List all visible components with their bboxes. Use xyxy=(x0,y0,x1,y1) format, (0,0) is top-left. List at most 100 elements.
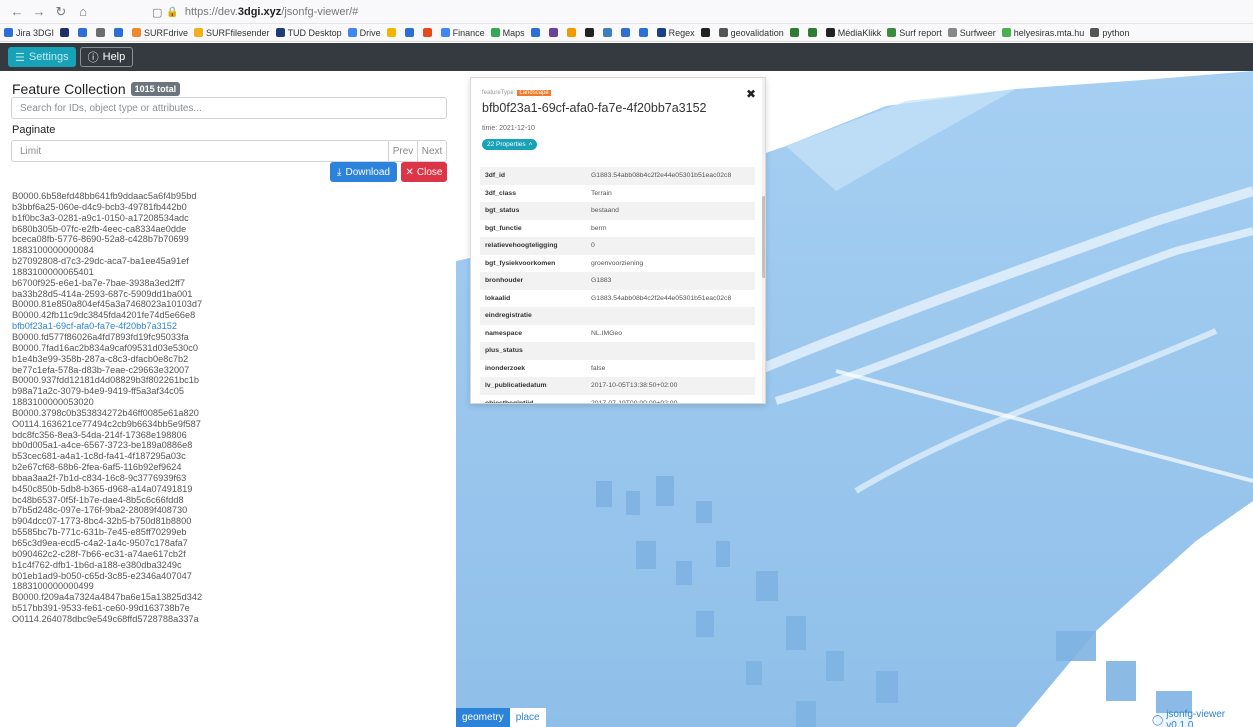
bookmark-item[interactable] xyxy=(620,28,633,37)
feature-id-item[interactable]: B0000.81e850a804ef45a3a7468023a10103d7 xyxy=(12,299,442,310)
property-key: relatievehoogteligging xyxy=(485,242,558,250)
feature-id-item[interactable]: b01eb1ad9-b050-c65d-3c85-e2346a407047 xyxy=(12,571,442,582)
property-value: 0 xyxy=(591,242,595,250)
tab-geometry[interactable]: geometry xyxy=(456,708,510,727)
feature-id-item[interactable]: B0000.7fad16ac2b834a9caf09531d03e530c0 xyxy=(12,343,442,354)
bookmark-icon xyxy=(620,28,630,37)
property-key: lv_publicatiedatum xyxy=(485,382,547,390)
feature-id-item[interactable]: 1883100000053020 xyxy=(12,397,442,408)
bookmark-item[interactable]: Maps xyxy=(490,28,525,38)
bookmark-item[interactable]: SURFdrive xyxy=(132,28,188,38)
feature-id-item[interactable]: ba33b28d5-414a-2593-687c-5909dd1ba001 xyxy=(12,289,442,300)
feature-id-item[interactable]: be77c1efa-578a-d83b-7eae-c29663e32007 xyxy=(12,365,442,376)
feature-id-item[interactable]: b517bb391-9533-fe61-ce60-99d163738b7e xyxy=(12,603,442,614)
bookmark-item[interactable] xyxy=(700,28,713,37)
scrollbar-thumb[interactable] xyxy=(762,196,765,278)
feature-id-item[interactable]: B0000.3798c0b353834272b46ff0085e61a820 xyxy=(12,408,442,419)
paginate-label: Paginate xyxy=(12,124,56,136)
tab-place[interactable]: place xyxy=(509,708,546,727)
feature-id-item[interactable]: bfb0f23a1-69cf-afa0-fa7e-4f20bb7a3152 xyxy=(12,321,442,332)
property-row: bronhouder G1883 xyxy=(480,272,755,290)
feature-id-item[interactable]: 1883100000000499 xyxy=(12,581,442,592)
forward-icon[interactable]: → xyxy=(30,4,48,19)
feature-id-item[interactable]: b1c4f762-dfb1-1b6d-a188-e380dba3249c xyxy=(12,560,442,571)
download-label: Download xyxy=(345,166,390,178)
bookmark-item[interactable]: Regex xyxy=(656,28,695,38)
viewer-credit[interactable]: ◯ jsonfg-viewer v0.1.0 xyxy=(1148,709,1253,727)
bookmark-item[interactable]: python xyxy=(1090,28,1129,38)
feature-id-item[interactable]: B0000.937fdd12181d4d08829b3f802261bc1b xyxy=(12,375,442,386)
properties-toggle[interactable]: 22 Properties ˄ xyxy=(482,139,538,150)
feature-id-item[interactable]: b090462c2-c28f-7b66-ec31-a74ae617cb2f xyxy=(12,549,442,560)
bookmark-item[interactable]: Surf report xyxy=(887,28,942,38)
menu-icon: ☰ xyxy=(15,51,25,64)
feature-id-item[interactable]: b98a71a2c-3079-b4e9-9419-ff5a3af34c05 xyxy=(12,386,442,397)
property-row: inonderzoek false xyxy=(480,360,755,378)
bookmark-item[interactable] xyxy=(530,28,543,37)
close-button[interactable]: ✕ Close xyxy=(401,162,447,182)
limit-input[interactable]: Limit xyxy=(12,141,388,161)
bookmark-item[interactable]: Drive xyxy=(347,28,381,38)
feature-id-item[interactable]: B0000.42fb11c9dc3845fda4201fe74d5e66e8 xyxy=(12,310,442,321)
next-button[interactable]: Next xyxy=(417,141,446,161)
feature-id-item[interactable]: bc48b6537-0f5f-1b7e-dae4-8b5c6c66fdd8 xyxy=(12,495,442,506)
feature-id-item[interactable]: B0000.fd577f86026a4fd7893fd19fc95033fa xyxy=(12,332,442,343)
feature-id-item[interactable]: b680b305b-07fc-e2fb-4eec-ca8334ae0dde xyxy=(12,224,442,235)
bookmark-item[interactable]: Finance xyxy=(440,28,485,38)
back-icon[interactable]: ← xyxy=(8,4,26,19)
feature-id-item[interactable]: b5585bc7b-771c-631b-7e45-e85ff70299eb xyxy=(12,527,442,538)
feature-id-item[interactable]: b2e67cf68-68b6-2fea-6af5-116b92ef9624 xyxy=(12,462,442,473)
bookmark-item[interactable]: Surfweer xyxy=(947,28,996,38)
feature-id-item[interactable]: b27092808-d7c3-29dc-aca7-ba1ee45a91ef xyxy=(12,256,442,267)
download-button[interactable]: ⤓ Download xyxy=(330,162,397,182)
bookmark-item[interactable]: MédiaKlikk xyxy=(825,28,881,38)
feature-id-item[interactable]: bceca08fb-5776-8690-52a8-c428b7b70699 xyxy=(12,234,442,245)
feature-id-item[interactable]: b65c3d9ea-ecd5-c4a2-1a4c-9507c178afa7 xyxy=(12,538,442,549)
bookmark-item[interactable] xyxy=(114,28,126,37)
feature-id-item[interactable]: O0114.264078dbc9e549c68ffd5728788a337a xyxy=(12,614,442,625)
feature-id-item[interactable]: bbaa3aa2f-7b1d-c834-16c8-9c3776939f63 xyxy=(12,473,442,484)
bookmark-item[interactable] xyxy=(96,28,108,37)
feature-id-item[interactable]: b7b5d248c-097e-176f-9ba2-28089f408730 xyxy=(12,505,442,516)
bookmark-item[interactable] xyxy=(638,28,651,37)
settings-button[interactable]: ☰ Settings xyxy=(8,47,76,67)
bookmark-item[interactable] xyxy=(584,28,597,37)
feature-id-item[interactable]: b904dcc07-1773-8bc4-32b5-b750d81b8800 xyxy=(12,516,442,527)
bookmark-item[interactable] xyxy=(404,28,417,37)
bookmark-item[interactable]: TUD Desktop xyxy=(275,28,342,38)
feature-id-item[interactable]: O0114.163621ce77494c2cb9b6634bb5e9f587 xyxy=(12,419,442,430)
feature-id-item[interactable]: b450c850b-5db8-b365-d968-a14a07491819 xyxy=(12,484,442,495)
popup-scrollbar[interactable] xyxy=(762,78,765,403)
bookmark-item[interactable] xyxy=(807,28,820,37)
feature-id-item[interactable]: B0000.f209a4a7324a4847ba6e15a13825d342 xyxy=(12,592,442,603)
feature-id-item[interactable]: bb0d005a1-a4ce-6567-3723-be189a0886e8 xyxy=(12,440,442,451)
home-icon[interactable]: ⌂ xyxy=(74,4,92,19)
feature-id-item[interactable]: bdc8fc356-8ea3-54da-214f-17368e198806 xyxy=(12,430,442,441)
prev-button[interactable]: Prev xyxy=(388,141,417,161)
bookmark-item[interactable] xyxy=(566,28,579,37)
popup-close-icon[interactable]: ✖ xyxy=(746,87,756,101)
feature-id-item[interactable]: B0000.6b58efd48bb641fb9ddaac5a6f4b95bd xyxy=(12,191,442,202)
bookmark-item[interactable] xyxy=(422,28,435,37)
bookmark-item[interactable] xyxy=(548,28,561,37)
bookmark-item[interactable]: geovalidation xyxy=(718,28,784,38)
feature-id-item[interactable]: b6700f925-e6e1-ba7e-7bae-3938a3ed2ff7 xyxy=(12,278,442,289)
bookmark-item[interactable]: helyesiras.mta.hu xyxy=(1001,28,1084,38)
bookmark-item[interactable] xyxy=(78,28,90,37)
address-field[interactable]: ▢ 🔒 https://dev. 3dgi.xyz/jsonfg-viewer/# xyxy=(152,4,358,20)
help-button[interactable]: ⓘ Help xyxy=(79,47,134,67)
search-input[interactable]: Search for IDs, object type or attribute… xyxy=(11,97,447,119)
bookmark-item[interactable] xyxy=(386,28,399,37)
bookmark-item[interactable]: Jira 3DGI xyxy=(4,28,54,38)
bookmark-item[interactable] xyxy=(789,28,802,37)
feature-id-item[interactable]: 1883100000000084 xyxy=(12,245,442,256)
feature-id-item[interactable]: 1883100000065401 xyxy=(12,267,442,278)
reload-icon[interactable]: ↻ xyxy=(52,4,70,20)
feature-id-item[interactable]: b3bbf6a25-060e-d4c9-bcb3-49781fb442b0 xyxy=(12,202,442,213)
bookmark-item[interactable]: SURFfilesender xyxy=(194,28,270,38)
bookmark-item[interactable] xyxy=(60,28,72,37)
feature-id-item[interactable]: b53cec681-a4a1-1c8d-fa41-4f187295a03c xyxy=(12,451,442,462)
feature-id-item[interactable]: b1e4b3e99-358b-287a-c8c3-dfacb0e8c7b2 xyxy=(12,354,442,365)
bookmark-item[interactable] xyxy=(602,28,615,37)
feature-id-item[interactable]: b1f0bc3a3-0281-a9c1-0150-a17208534adc xyxy=(12,213,442,224)
